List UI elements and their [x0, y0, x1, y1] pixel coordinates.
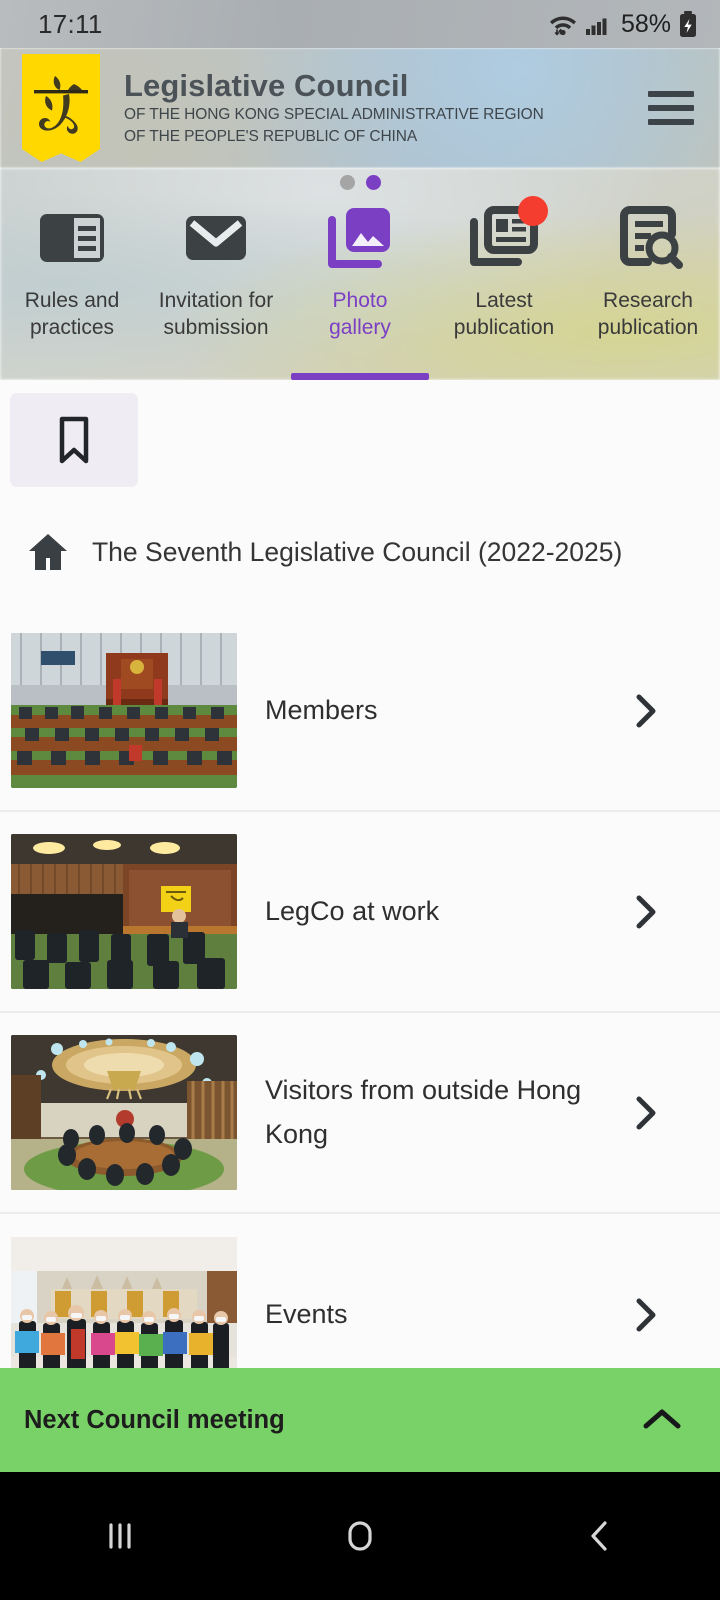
list-item[interactable]: Members	[0, 611, 720, 812]
list-item-label: Events	[265, 1298, 348, 1329]
header-subtitle-line2: OF THE PEOPLE'S REPUBLIC OF CHINA	[124, 127, 418, 145]
photo-library-icon	[322, 200, 398, 276]
list-item-thumbnail	[11, 1237, 237, 1368]
tab-research-line1: Research	[603, 289, 693, 312]
app-root: 17:11 58% Legislative Council OF THE HON…	[0, 0, 720, 1600]
tab-latest-line2: publication	[453, 315, 555, 339]
breadcrumb-label: The Seventh Legislative Council (2022-20…	[92, 536, 623, 567]
tab-research-line2: publication	[597, 315, 699, 339]
chevron-right-icon[interactable]	[625, 892, 665, 932]
cellular-signal-icon	[585, 18, 607, 35]
battery-percent-label: 58%	[620, 9, 671, 38]
list-item-thumbnail	[11, 834, 237, 989]
list-item-label: Visitors from outside Hong Kong	[265, 1075, 582, 1149]
tab-label-invitation: Invitation for submission	[159, 288, 273, 341]
home-square-icon	[348, 1521, 372, 1551]
tab-label-research-publication: Research publication	[598, 288, 698, 341]
tab-invitation-for-submission[interactable]: Invitation for submission	[144, 200, 288, 380]
tab-invitation-line1: Invitation for	[158, 289, 274, 312]
list-item[interactable]: Events	[0, 1214, 720, 1368]
tab-rules-and-practices[interactable]: Rules and practices	[0, 200, 144, 380]
tab-photo-line2: gallery	[329, 315, 391, 339]
header-title-block: Legislative Council OF THE HONG KONG SPE…	[124, 69, 648, 146]
active-tab-indicator	[291, 373, 429, 380]
wifi-icon	[549, 16, 576, 36]
chevron-right-icon[interactable]	[625, 1093, 665, 1133]
category-tab-bar: Rules and practices Invitation for submi…	[0, 168, 720, 380]
chevron-right-icon[interactable]	[625, 1295, 665, 1335]
recents-icon	[109, 1523, 131, 1549]
newspaper-icon	[466, 196, 548, 276]
list-item-label: Members	[265, 694, 378, 725]
article-book-icon	[34, 200, 110, 276]
next-council-meeting-bar[interactable]: Next Council meeting	[0, 1368, 720, 1472]
list-item[interactable]: LegCo at work	[0, 812, 720, 1013]
envelope-mail-icon	[178, 200, 254, 276]
document-search-icon	[610, 200, 686, 276]
list-item[interactable]: Visitors from outside Hong Kong	[0, 1013, 720, 1214]
chevron-right-icon[interactable]	[625, 691, 665, 731]
page-title: Legislative Council	[124, 68, 409, 104]
list-item-thumbnail	[11, 1035, 237, 1190]
list-item-label: LegCo at work	[265, 895, 440, 926]
tab-label-rules: Rules and practices	[25, 288, 120, 341]
battery-charging-icon	[680, 11, 696, 37]
tab-photo-gallery[interactable]: Photo gallery	[288, 200, 432, 380]
list-item-thumbnail	[11, 633, 237, 788]
recents-button[interactable]	[75, 1501, 165, 1571]
tab-rules-line1: Rules and	[24, 289, 120, 312]
bookmark-button[interactable]	[10, 393, 138, 487]
back-button[interactable]	[555, 1501, 645, 1571]
home-button[interactable]	[315, 1501, 405, 1571]
app-header: Legislative Council OF THE HONG KONG SPE…	[0, 48, 720, 168]
status-bar: 17:11 58%	[0, 0, 720, 48]
content-area: The Seventh Legislative Council (2022-20…	[0, 380, 720, 1368]
back-chevron-icon	[591, 1521, 607, 1551]
tab-photo-line1: Photo	[332, 289, 388, 312]
tab-label-photo-gallery: Photo gallery	[329, 288, 391, 341]
bookmark-icon	[59, 416, 89, 464]
system-navigation-bar	[0, 1472, 720, 1600]
tab-research-publication[interactable]: Research publication	[576, 200, 720, 380]
logo-emblem-icon	[34, 76, 88, 134]
tab-label-latest-publication: Latest publication	[454, 288, 554, 341]
tab-latest-line1: Latest	[475, 289, 533, 312]
next-council-meeting-label: Next Council meeting	[24, 1405, 285, 1434]
status-icons: 58%	[548, 10, 698, 39]
hamburger-menu-icon[interactable]	[648, 91, 694, 125]
breadcrumb[interactable]: The Seventh Legislative Council (2022-20…	[0, 487, 720, 573]
status-clock: 17:11	[38, 8, 103, 39]
tab-invitation-line2: submission	[163, 315, 269, 339]
chevron-up-icon[interactable]	[640, 1405, 684, 1435]
legco-logo[interactable]	[22, 54, 100, 162]
tab-rules-line2: practices	[29, 315, 115, 339]
header-subtitle-line1: OF THE HONG KONG SPECIAL ADMINISTRATIVE …	[124, 105, 544, 123]
home-icon	[29, 534, 67, 570]
notification-badge	[518, 196, 548, 226]
tab-latest-publication[interactable]: Latest publication	[432, 196, 576, 380]
gallery-category-list: Members LegCo at work Visitors from outs…	[0, 611, 720, 1368]
